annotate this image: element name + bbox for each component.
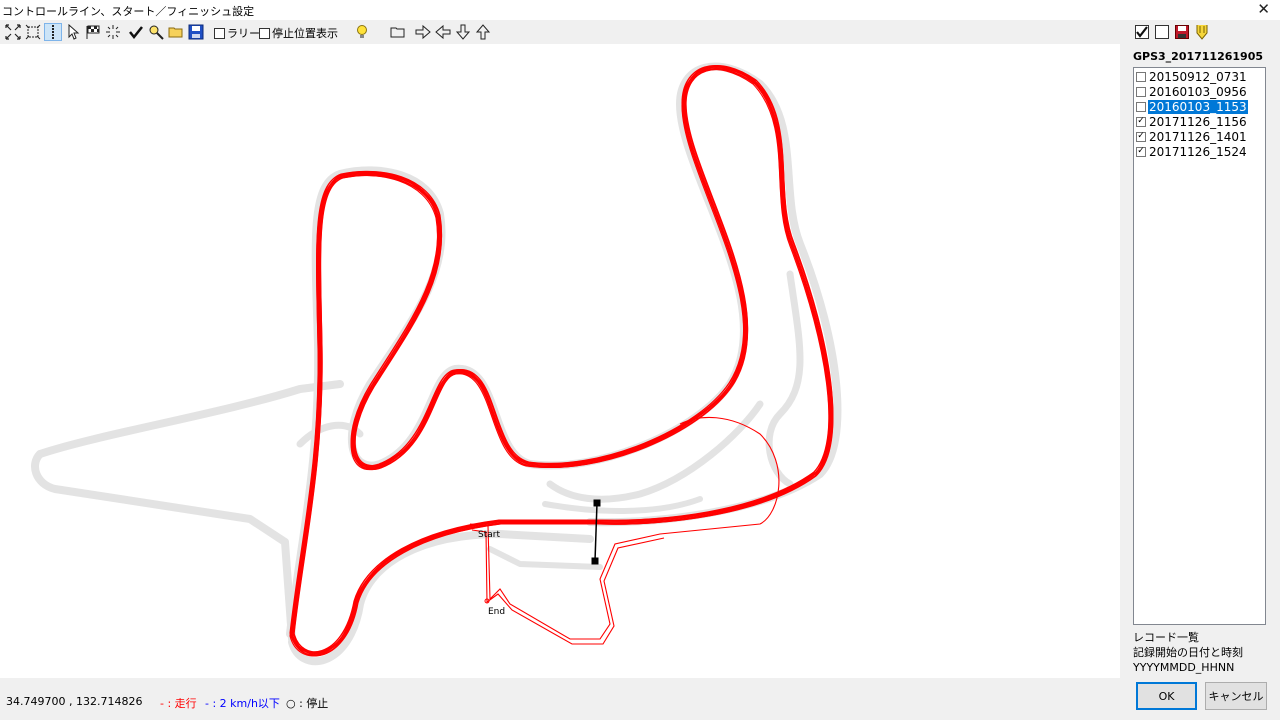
record-item[interactable]: 20160103_0956 bbox=[1134, 84, 1265, 99]
record-item[interactable]: ✓ 20171126_1156 bbox=[1134, 114, 1265, 129]
legend-stop: ○ : 停止 bbox=[286, 697, 329, 710]
record-label: 20160103_0956 bbox=[1149, 84, 1247, 99]
ok-button[interactable]: OK bbox=[1136, 682, 1197, 710]
rally-label: ラリー bbox=[227, 27, 260, 40]
circuit-outline bbox=[31, 62, 842, 666]
arrow-up-icon[interactable] bbox=[474, 23, 492, 41]
gps-file-label: GPS3_201711261905 bbox=[1133, 50, 1264, 63]
end-label: End bbox=[488, 607, 505, 617]
cancel-button[interactable]: キャンセル bbox=[1205, 682, 1267, 710]
record-checkbox[interactable]: ✓ bbox=[1136, 116, 1146, 127]
track-map: Start End bbox=[31, 62, 842, 666]
open-folder-icon[interactable] bbox=[167, 23, 185, 41]
arrow-left-icon[interactable] bbox=[434, 23, 452, 41]
title-bar: コントロールライン、スタート／フィニッシュ設定 ✕ bbox=[0, 0, 1280, 20]
checkmark-icon[interactable] bbox=[127, 23, 145, 41]
checkered-flag-icon[interactable] bbox=[84, 23, 102, 41]
legend-slow: - : 2 km/h以下 bbox=[205, 697, 280, 710]
arrow-right-icon[interactable] bbox=[414, 23, 432, 41]
record-list-info: レコード一覧 記録開始の日付と時刻 YYYYMMDD_HHNN bbox=[1133, 630, 1243, 675]
folder-outline-icon[interactable] bbox=[389, 23, 407, 41]
rally-checkbox[interactable]: ラリー bbox=[214, 25, 260, 41]
record-item[interactable]: 20160103_1153 bbox=[1134, 99, 1265, 114]
record-label: 20150912_0731 bbox=[1149, 69, 1247, 84]
window-title: コントロールライン、スタート／フィニッシュ設定 bbox=[2, 5, 255, 18]
search-icon[interactable] bbox=[147, 23, 165, 41]
record-checkbox[interactable] bbox=[1136, 86, 1146, 97]
record-label: 20171126_1156 bbox=[1149, 114, 1247, 129]
rally-checkbox-box[interactable] bbox=[214, 27, 225, 39]
status-bar: 34.749700 , 132.714826 - : 走行 - : 2 km/h… bbox=[0, 678, 1120, 720]
uncheck-all-icon[interactable] bbox=[1154, 24, 1170, 40]
control-line-icon[interactable] bbox=[44, 23, 62, 41]
toolbar: ラリー 停止位置表示 bbox=[0, 20, 1120, 44]
lightbulb-icon[interactable] bbox=[353, 23, 371, 41]
check-all-icon[interactable] bbox=[1134, 24, 1150, 40]
record-label: 20171126_1524 bbox=[1149, 144, 1247, 159]
zoom-area-icon[interactable] bbox=[24, 23, 42, 41]
right-panel: GPS3_201711261905 20150912_0731 20160103_… bbox=[1120, 20, 1280, 720]
record-tools bbox=[1134, 24, 1210, 40]
stop-position-checkbox-box[interactable] bbox=[259, 27, 270, 39]
delete-record-icon[interactable] bbox=[1194, 24, 1210, 40]
control-line-handle-top[interactable] bbox=[593, 499, 601, 507]
record-label: 20160103_1153 bbox=[1148, 99, 1248, 114]
stop-position-checkbox[interactable]: 停止位置表示 bbox=[259, 25, 338, 41]
arrow-down-icon[interactable] bbox=[454, 23, 472, 41]
info-title: レコード一覧 bbox=[1133, 631, 1199, 644]
record-item[interactable]: ✓ 20171126_1524 bbox=[1134, 144, 1265, 159]
close-icon[interactable]: ✕ bbox=[1257, 0, 1270, 18]
coordinates-readout: 34.749700 , 132.714826 bbox=[6, 695, 143, 708]
record-checkbox[interactable]: ✓ bbox=[1136, 131, 1146, 142]
sparkle-icon[interactable] bbox=[104, 23, 122, 41]
info-format: YYYYMMDD_HHNN bbox=[1133, 661, 1235, 674]
info-description: 記録開始の日付と時刻 bbox=[1133, 646, 1243, 659]
track-map-canvas[interactable]: Start End bbox=[0, 44, 1120, 678]
zoom-fit-icon[interactable] bbox=[4, 23, 22, 41]
save-icon[interactable] bbox=[187, 23, 205, 41]
stop-position-label: 停止位置表示 bbox=[272, 27, 338, 40]
pointer-icon[interactable] bbox=[64, 23, 82, 41]
record-item[interactable]: ✓ 20171126_1401 bbox=[1134, 129, 1265, 144]
record-label: 20171126_1401 bbox=[1149, 129, 1247, 144]
save-record-icon[interactable] bbox=[1174, 24, 1190, 40]
record-checkbox[interactable]: ✓ bbox=[1136, 146, 1146, 157]
legend-running: - : 走行 bbox=[160, 697, 197, 710]
record-checkbox[interactable] bbox=[1136, 71, 1146, 82]
record-checkbox[interactable] bbox=[1136, 101, 1146, 112]
start-label: Start bbox=[478, 530, 500, 540]
record-item[interactable]: 20150912_0731 bbox=[1134, 69, 1265, 84]
record-list[interactable]: 20150912_0731 20160103_0956 20160103_1153 ✓… bbox=[1133, 67, 1266, 625]
control-line-handle-bottom[interactable] bbox=[591, 557, 599, 565]
